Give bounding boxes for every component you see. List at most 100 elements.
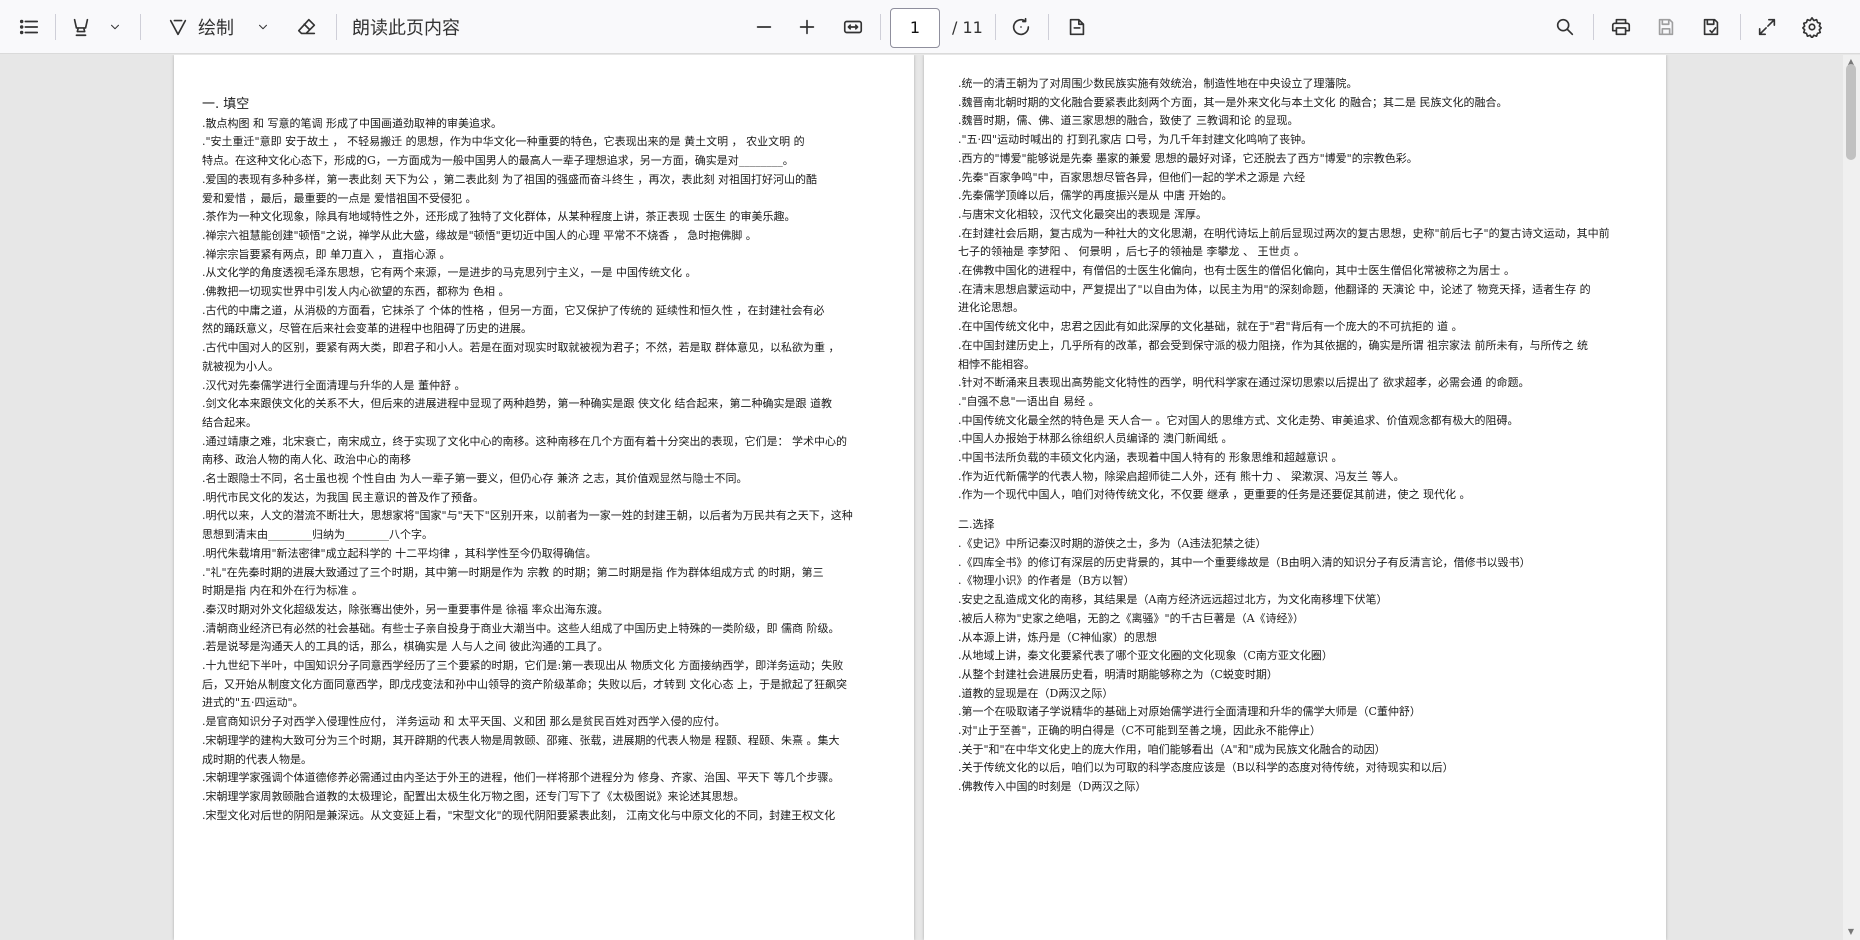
text-line: .统一的清王朝为了对周围少数民族实施有效统治，制造性地在中央设立了理藩院。 [958,77,1358,90]
draw-chevron-down-icon[interactable] [248,8,278,46]
text-line: .佛教传入中国的时刻是（D两汉之际） [958,780,1147,794]
text-line: .是官商知识分子对西学入侵理性应付， 洋务运动 和 太平天国、义和团 那么是贫民… [202,715,726,729]
text-line: .中国传统文化最全然的特色是 天人合一 。它对国人的思维方式、文化走势、审美追求… [958,413,1519,427]
text-line: .古代的中庸之道，从消极的方面看，它抹杀了 个体的性格 ，但另一方面，它又保护了… [202,303,825,317]
text-line: 然的踊跃意义，尽管在后来社会变革的进程中也阻碍了历史的进展。 [202,322,532,336]
toolbar-separator [55,14,56,40]
text-line: .在佛教中国化的进程中，有僧侣的士医生化偏向，也有士医生的僧侣化偏向，其中士医生… [958,264,1515,277]
text-line: ."五·四"运动时喊出的 打到孔家店 口号，为几千年封建文化鸣响了丧钟。 [958,133,1313,147]
text-line: .在封建社会后期，复古成为一种社大的文化思潮，在明代诗坛上前后显现过两次的复古思… [958,226,1610,240]
text-line: 思想到清末由________归纳为________八个字。 [202,528,433,542]
text-line: .安史之乱造成文化的南移，其结果是（A南方经济远远超过北方，为文化南移埋下伏笔） [958,593,1388,607]
scrollbar-thumb[interactable] [1846,64,1856,160]
text-line: .《史记》中所记秦汉时期的游侠之士，多为（A违法犯禁之徒） [958,537,1267,551]
gear-icon[interactable] [1793,8,1831,46]
text-line: .清朝商业经济已有必然的社会基础。有些士子亲自投身于商业大潮当中。这些人组成了中… [202,621,840,635]
text-line: .通过靖康之难，北宋衰亡，南宋成立，终于实现了文化中心的南移。这种南移在几个方面… [202,434,847,448]
text-line: .关于传统文化的以后，咱们以为可取的科学态度应该是（B以科学的态度对待传统，对待… [958,761,1454,775]
text-line: .明代市民文化的发达，为我国 民主意识的普及作了预备。 [202,490,484,504]
text-line: .在中国封建历史上，几乎所有的改革，都会受到保守派的极力阻挠，作为其依据的，确实… [958,338,1588,352]
text-line: .被后人称为"史家之绝唱，无韵之《离骚》"的千古巨著是（A《诗经》） [958,611,1305,625]
text-line: .明代以来，人文的潜流不断壮大，思想家将"国家"与"天下"区别开来，以前者为一家… [202,509,853,523]
pdf-page-2: .统一的清王朝为了对周围少数民族实施有效统治，制造性地在中央设立了理藩院。 .魏晋… [924,55,1666,940]
text-line: ."自强不息"一语出自 易经 。 [958,394,1100,408]
text-line: .古代中国对人的区别，要紧有两大类，即君子和小人。若是在面对现实时取就被视为君子… [202,341,840,355]
draw-label: 绘制 [198,18,234,39]
save-icon[interactable] [1647,8,1685,46]
text-line: .从整个封建社会进展历史看，明清时期能够称之为（C蜕变时期） [958,667,1278,681]
text-line: 时期是指 内在和外在行为标准 。 [202,584,363,598]
text-line: ."礼"在先秦时期的进展大致通过了三个时期，其中第一时期是作为 宗教 的时期；第… [202,565,824,579]
vertical-scrollbar[interactable] [1843,55,1860,940]
draw-icon[interactable] [160,8,196,46]
text-line: .魏晋时期，儒、佛、道三家思想的融合，致使了 三教调和论 的显现。 [958,114,1299,128]
toolbar-separator [336,14,337,40]
search-icon[interactable] [1546,8,1584,46]
draw-button[interactable]: 绘制 [198,8,248,46]
page-view-icon[interactable] [1058,8,1096,46]
text-line: .作为近代新儒学的代表人物，除梁启超师徒二人外，还有 熊十力 、 梁漱溟、冯友兰… [958,469,1405,483]
text-line: .道教的显现是在（D两汉之际） [958,686,1114,700]
text-line: .第一个在吸取诸子学说精华的基础上对原始儒学进行全面清理和升华的儒学大师是（C董… [958,705,1421,719]
text-line: 进式的"五·四运动"。 [202,696,304,710]
text-line: .十九世纪下半叶，中国知识分子同意西学经历了三个要紧的时期，它们是:第一表现出从… [202,659,844,672]
read-aloud-button[interactable]: 朗读此页内容 [352,8,482,46]
scroll-down-icon[interactable]: ▼ [1846,928,1856,936]
text-line: .在中国传统文化中，忠君之因此有如此深厚的文化基础，就在于"君"背后有一个庞大的… [958,320,1463,334]
text-line: .从文化学的角度透视毛泽东思想，它有两个来源，一是进步的马克思列宁主义，一是 中… [202,266,697,280]
text-line: .从地域上讲，秦文化要紧代表了哪个亚文化圈的文化现象（C南方亚文化圈） [958,649,1333,663]
pdf-toolbar: 绘制 朗读此页内容 1 / 11 [0,0,1860,54]
text-line: 爱和爱惜 ，最后，最重要的一点是 爱惜祖国不受侵犯 。 [202,191,477,205]
text-line: .名士跟隐士不同，名士虽也视 个性自由 为人一辈子第一要义，但仍心存 兼济 之志… [202,472,748,485]
pdf-page-1: 一. 填空 .散点构图 和 写意的笔调 形成了中国画遒劲取神的审美追求。 ."安土重… [174,55,914,940]
text-line: 一. 填空 [202,97,250,112]
text-line: .剑文化本来跟侠文化的关系不大，但后来的进展进程中显现了两种趋势，第一种确实是跟… [202,397,832,411]
page-count: / 11 [952,18,983,37]
text-line: .秦汉时期对外文化超级发达，除张骞出使外，另一重要事件是 徐福 率众出海东渡。 [202,602,609,616]
text-line: .宋朝理学的建构大致可分为三个时期，其开辟期的代表人物是周敦颐、邵雍、张载，进展… [202,733,840,747]
toolbar-separator [1740,14,1741,40]
text-line: .西方的"博爱"能够说是先秦 墨家的兼爱 思想的最好对译，它还脱去了西方"博爱"… [958,151,1418,165]
text-line: .针对不断涌来且表现出高势能文化特性的西学，明代科学家在通过深切思索以后提出了 … [958,376,1530,390]
toolbar-separator [880,14,881,40]
text-line: .禅宗宗旨要紧有两点，即 单刀直入 ， 直指心源 。 [202,247,451,261]
text-line: .先秦"百家争鸣"中，百家思想尽管各异，但他们一起的学术之源是 六经 [958,170,1306,184]
save-as-icon[interactable] [1692,8,1730,46]
rotate-icon[interactable] [1002,8,1040,46]
toolbar-separator [1593,14,1594,40]
text-line: .佛教把一切现实世界中引发人内心欲望的东西，都称为 色相 。 [202,285,510,298]
read-aloud-label: 朗读此页内容 [352,18,460,39]
highlight-chevron-down-icon[interactable] [100,8,130,46]
toolbar-separator [995,14,996,40]
text-line: .与唐宋文化相较，汉代文化最突出的表现是 浑厚。 [958,207,1207,221]
text-line: .从本源上讲，炼丹是（C神仙家）的思想 [958,630,1157,644]
text-line: .在清末思想启蒙运动中，严复提出了"以自由为体，以民主为用"的深刻命题，他翻译的… [958,282,1591,296]
page-number-input[interactable]: 1 [890,8,940,48]
sidebar-toggle-icon[interactable] [10,8,48,46]
text-line: .宋朝理学家周敦颐融合道教的太极理论，配置出太极生化万物之图，还专门写下了《太极… [202,789,745,803]
text-line: .作为一个现代中国人，咱们对待传统文化，不仅要 继承 ，更重要的任务是还要促其前… [958,488,1471,502]
print-icon[interactable] [1602,8,1640,46]
fit-width-icon[interactable] [833,8,873,46]
fullscreen-icon[interactable] [1748,8,1786,46]
text-line: .汉代对先秦儒学进行全面清理与升华的人是 董仲舒 。 [202,378,466,392]
zoom-in-icon[interactable] [788,8,826,46]
text-line: 结合起来。 [202,415,257,429]
text-line: .禅宗六祖慧能创建"顿悟"之说，禅学从此大盛，缘故是"顿悟"更切近中国人的心理 … [202,228,757,242]
text-line: 后，又开始从制度文化方面同意西学，即戊戌变法和孙中山领导的资产阶级革命；失败以后… [202,677,847,691]
text-line: .《四库全书》的修订有深层的历史背景的，其中一个重要缘故是（B由明入清的知识分子… [958,555,1531,569]
zoom-out-icon[interactable] [745,8,783,46]
text-line: 二.选择 [958,518,995,532]
highlight-icon[interactable] [62,8,100,46]
text-line: 七子的领袖是 李梦阳 、 何景明 ，后七子的领袖是 李攀龙 、 王世贞 。 [958,245,1305,259]
text-line: .中国人办报始于林那么徐组织人员编译的 澳门新闻纸 。 [958,432,1233,446]
text-line: 相悖不能相容。 [958,357,1035,371]
text-line: ."安土重迁"意即 安于故土 ， 不轻易搬迁 的思想，作为中华文化一种重要的特色… [202,135,805,149]
text-line: .魏晋南北朝时期的文化融合要紧表此刻两个方面，其一是外来文化与本土文化 的融合；… [958,95,1508,109]
text-line: .先秦儒学顶峰以后，儒学的再度振兴是从 中唐 开始的。 [958,189,1233,203]
text-line: 成时期的代表人物是。 [202,752,312,766]
toolbar-separator [140,14,141,40]
text-line: 特点。在这种文化心态下，形成的G，一方面成为一般中国男人的最高人一辈子理想追求，… [202,154,794,168]
eraser-icon[interactable] [288,8,326,46]
document-viewer[interactable]: 一. 填空 .散点构图 和 写意的笔调 形成了中国画遒劲取神的审美追求。 ."安土重… [0,55,1860,940]
